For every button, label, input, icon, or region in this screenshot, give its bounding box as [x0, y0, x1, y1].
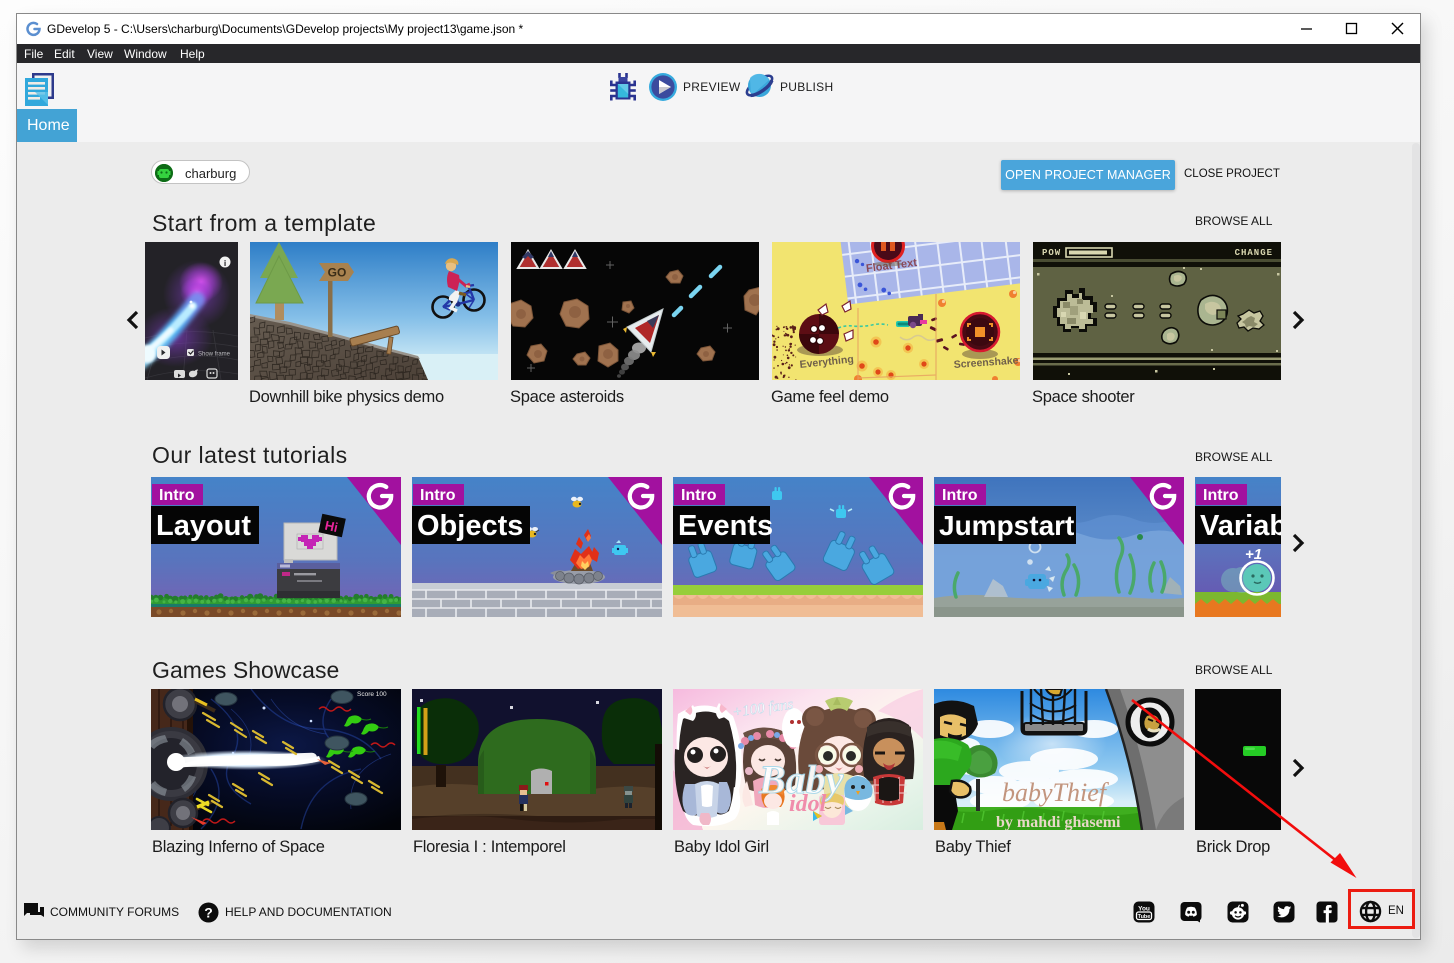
svg-text:Score 100: Score 100 [357, 691, 387, 698]
svg-text:Intro: Intro [942, 487, 978, 504]
svg-text:?: ? [204, 905, 213, 921]
svg-text:Objects: Objects [417, 510, 523, 542]
svg-text:i: i [224, 258, 226, 268]
svg-text:POW: POW [1042, 248, 1061, 258]
svg-text:babyThief: babyThief [1002, 778, 1110, 807]
svg-text:Tube: Tube [1138, 914, 1151, 920]
svg-text:Events: Events [678, 510, 773, 542]
svg-text:+1: +1 [1245, 546, 1262, 563]
svg-text:GO: GO [328, 266, 347, 280]
svg-text:Jumpstart: Jumpstart [939, 510, 1074, 541]
svg-text:Variab: Variab [1200, 510, 1281, 542]
svg-text:idol: idol [789, 791, 827, 817]
svg-text:by mahdi ghasemi: by mahdi ghasemi [996, 814, 1121, 830]
svg-text:Layout: Layout [156, 510, 251, 542]
svg-text:Intro: Intro [1203, 487, 1239, 504]
svg-text:Intro: Intro [159, 487, 195, 504]
svg-text:Show frame: Show frame [198, 352, 231, 358]
svg-text:CHANGE: CHANGE [1235, 248, 1273, 258]
svg-text:Intro: Intro [420, 487, 456, 504]
svg-text:Intro: Intro [681, 487, 717, 504]
